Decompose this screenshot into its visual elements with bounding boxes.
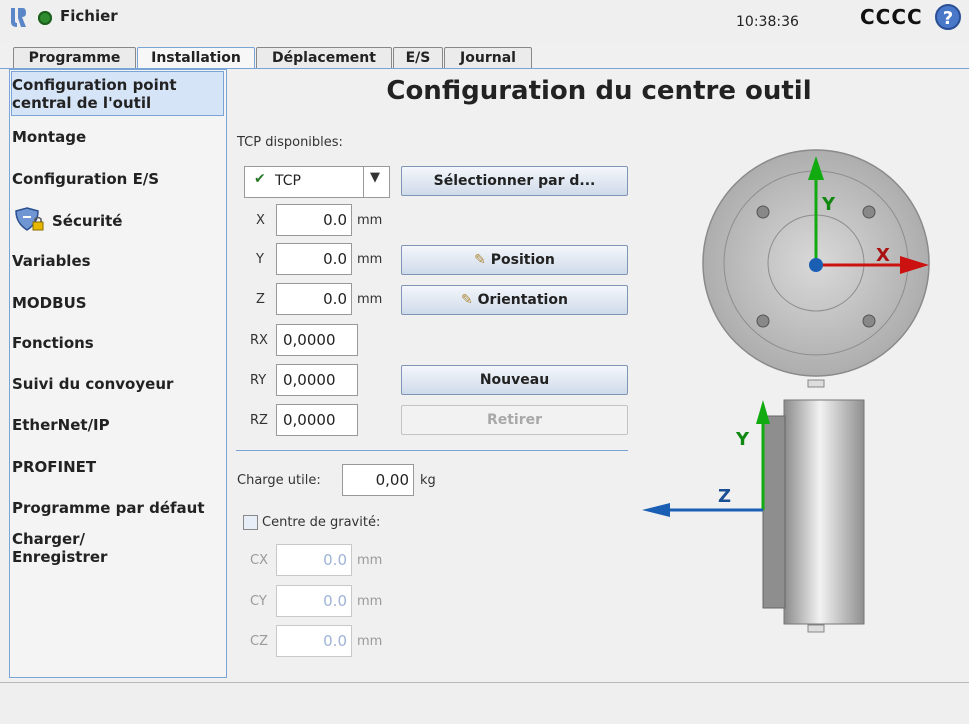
sidebar-item-variables[interactable]: Variables — [12, 252, 91, 270]
file-menu[interactable]: Fichier — [60, 7, 118, 25]
cx-label: CX — [250, 553, 268, 568]
side-y-label: Y — [735, 429, 750, 450]
top-x-label: X — [876, 245, 890, 266]
payload-unit: kg — [420, 473, 436, 488]
sidebar-item-montage[interactable]: Montage — [12, 128, 86, 146]
side-y-arrowhead — [756, 400, 770, 424]
robot-name: CCCC — [860, 5, 923, 29]
x-field[interactable]: 0.0 — [276, 204, 352, 236]
chevron-down-icon[interactable]: ▼ — [370, 170, 380, 185]
cy-label: CY — [250, 594, 267, 609]
tab-deplacement[interactable]: Déplacement — [256, 47, 392, 68]
shield-lock-icon — [15, 207, 44, 231]
cx-field[interactable]: 0.0 — [276, 544, 352, 576]
z-unit: mm — [357, 292, 383, 307]
cy-unit: mm — [357, 594, 383, 609]
payload-field[interactable]: 0,00 — [342, 464, 414, 496]
help-icon[interactable]: ? — [935, 4, 961, 30]
sidebar-item-io-config[interactable]: Configuration E/S — [12, 170, 159, 188]
page-title: Configuration du centre outil — [386, 76, 812, 106]
cz-label: CZ — [250, 634, 268, 649]
ur-logo-icon — [11, 8, 26, 27]
bottom-bar — [0, 683, 969, 724]
clock: 10:38:36 — [736, 14, 799, 30]
sidebar-item-securite[interactable]: Sécurité — [52, 212, 122, 230]
rx-label: RX — [250, 333, 268, 348]
rx-field[interactable]: 0,0000 — [276, 324, 358, 356]
tab-es[interactable]: E/S — [393, 47, 443, 68]
y-field[interactable]: 0.0 — [276, 243, 352, 275]
sidebar-item-default-program[interactable]: Programme par défaut — [12, 499, 205, 517]
position-button[interactable]: ✎ Position — [401, 245, 628, 275]
tcp-available-label: TCP disponibles: — [237, 135, 343, 150]
tool-flange-diagram: Y X Y Z — [642, 149, 930, 633]
side-z-arrowhead — [642, 503, 670, 517]
side-z-label: Z — [718, 486, 731, 507]
rz-field[interactable]: 0,0000 — [276, 404, 358, 436]
y-unit: mm — [357, 252, 383, 267]
flange-side-view — [762, 399, 865, 633]
x-label: X — [256, 213, 265, 228]
x-unit: mm — [357, 213, 383, 228]
z-label: Z — [256, 292, 265, 307]
rz-label: RZ — [250, 413, 268, 428]
cog-label: Centre de gravité: — [262, 515, 381, 530]
sidebar — [9, 69, 227, 678]
side-axes: Y Z — [642, 400, 770, 517]
dropdown-divider — [363, 167, 364, 197]
select-by-button[interactable]: Sélectionner par d... — [401, 166, 628, 196]
cy-field[interactable]: 0.0 — [276, 585, 352, 617]
new-button[interactable]: Nouveau — [401, 365, 628, 395]
sidebar-item-profinet[interactable]: PROFINET — [12, 458, 96, 476]
tab-journal[interactable]: Journal — [444, 47, 532, 68]
tab-programme[interactable]: Programme — [13, 47, 136, 68]
sidebar-item-load-save[interactable]: Charger/ Enregistrer — [12, 530, 122, 566]
robot-status-icon — [38, 11, 52, 25]
position-button-label: Position — [490, 252, 555, 268]
sidebar-item-fonctions[interactable]: Fonctions — [12, 334, 94, 352]
tcp-dropdown[interactable] — [244, 166, 390, 198]
tcp-dropdown-value: TCP — [275, 173, 301, 189]
payload-label: Charge utile: — [237, 473, 321, 488]
z-field[interactable]: 0.0 — [276, 283, 352, 315]
sidebar-item-ethernetip[interactable]: EtherNet/IP — [12, 416, 110, 434]
tab-installation[interactable]: Installation — [137, 47, 255, 68]
sidebar-item-convoyeur[interactable]: Suivi du convoyeur — [12, 375, 173, 393]
remove-button[interactable]: Retirer — [401, 405, 628, 435]
wizard-icon: ✎ — [461, 292, 473, 308]
top-y-label: Y — [821, 194, 836, 215]
section-divider — [236, 450, 628, 451]
cog-checkbox[interactable] — [243, 515, 258, 530]
cz-unit: mm — [357, 634, 383, 649]
cx-unit: mm — [357, 553, 383, 568]
check-icon: ✔ — [254, 171, 266, 187]
sidebar-item-tcp-config[interactable]: Configuration point central de l'outil — [12, 76, 212, 112]
wizard-icon: ✎ — [474, 252, 486, 268]
top-bar — [0, 0, 969, 44]
orientation-button[interactable]: ✎ Orientation — [401, 285, 628, 315]
ry-label: RY — [250, 373, 267, 388]
ry-field[interactable]: 0,0000 — [276, 364, 358, 396]
sidebar-item-modbus[interactable]: MODBUS — [12, 294, 87, 312]
orientation-button-label: Orientation — [477, 292, 568, 308]
cz-field[interactable]: 0.0 — [276, 625, 352, 657]
tcp-origin-icon — [809, 258, 823, 272]
y-label: Y — [256, 252, 264, 267]
